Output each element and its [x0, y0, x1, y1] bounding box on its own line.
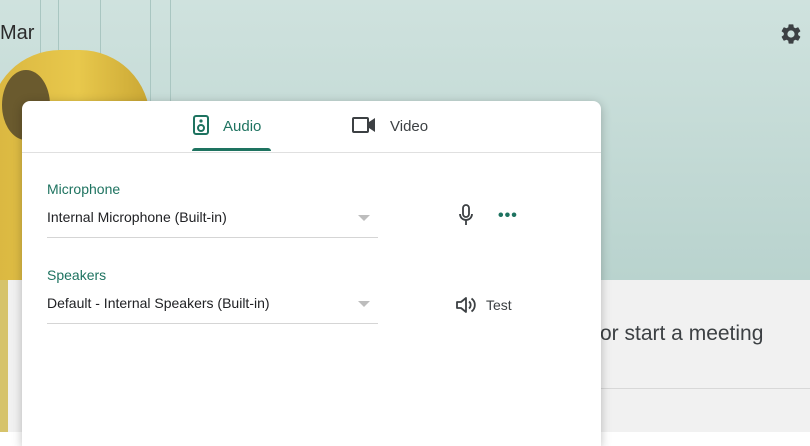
background-left-edge	[0, 280, 8, 432]
volume-icon	[456, 297, 476, 313]
background-divider	[590, 388, 810, 389]
speaker-device-icon	[193, 114, 209, 139]
test-speakers-button[interactable]: Test	[456, 296, 512, 314]
speakers-select-value: Default - Internal Speakers (Built-in)	[47, 295, 270, 311]
microphone-icon[interactable]	[458, 204, 474, 226]
tab-video[interactable]: Video	[352, 101, 428, 152]
dropdown-arrow-icon	[358, 215, 370, 221]
speakers-select[interactable]: Default - Internal Speakers (Built-in)	[47, 289, 378, 324]
tab-audio[interactable]: Audio	[193, 101, 261, 152]
microphone-select-value: Internal Microphone (Built-in)	[47, 209, 227, 225]
dropdown-arrow-icon	[358, 301, 370, 307]
settings-tabs: Audio Video	[22, 101, 601, 153]
speakers-label: Speakers	[47, 267, 107, 283]
more-horiz-icon[interactable]: •••	[498, 208, 518, 224]
test-speakers-label: Test	[486, 297, 512, 313]
settings-dialog: Audio Video Microphone Internal Micropho…	[22, 101, 601, 446]
microphone-label: Microphone	[47, 181, 121, 197]
tab-video-label: Video	[390, 118, 429, 135]
video-camera-icon	[352, 116, 376, 138]
start-meeting-heading: or start a meeting	[600, 322, 764, 345]
active-tab-indicator	[192, 148, 271, 151]
microphone-select[interactable]: Internal Microphone (Built-in)	[47, 203, 378, 238]
gear-icon[interactable]	[779, 22, 803, 46]
tab-audio-label: Audio	[223, 118, 262, 135]
window-title: Mar	[0, 22, 35, 44]
